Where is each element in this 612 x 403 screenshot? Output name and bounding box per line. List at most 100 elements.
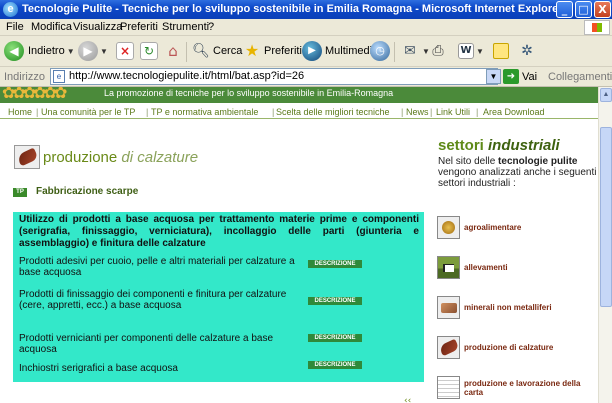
nav-home[interactable]: Home	[8, 107, 32, 117]
word-icon: W	[458, 43, 474, 59]
nav-comunita[interactable]: Una comunità per le TP	[41, 107, 135, 117]
section-header: produzione di calzature	[14, 145, 198, 169]
sector-link-allevamenti[interactable]: allevamenti	[437, 256, 592, 279]
list-item: Inchiostri serigrafici a base acquosa	[19, 363, 178, 374]
back-button[interactable]: ◀ Indietro ▼	[4, 40, 75, 62]
menu-modifica[interactable]: Modifica	[31, 21, 72, 33]
shoe-icon	[437, 336, 460, 359]
go-button[interactable]: Vai	[522, 71, 537, 83]
history-button[interactable]: ◷	[370, 40, 390, 62]
chevron-down-icon: ▼	[66, 46, 75, 56]
vertical-scrollbar[interactable]: ▲	[598, 87, 612, 403]
list-item: Prodotti adesivi per cuoio, pelle e altr…	[19, 256, 295, 278]
mail-button[interactable]: ✉ ▼	[400, 40, 430, 62]
scroll-up-icon[interactable]: ▲	[600, 88, 612, 102]
toolbar-separator	[186, 42, 187, 62]
back-icon: ◀	[4, 41, 24, 61]
stop-button[interactable]: ×	[116, 40, 134, 62]
messenger-icon: ✲	[521, 43, 533, 59]
menu-preferiti[interactable]: Preferiti	[120, 21, 158, 33]
maximize-button[interactable]: □	[575, 1, 592, 18]
page-title-main: produzione	[43, 148, 118, 166]
list-item: Prodotti vernicianti per componenti dell…	[19, 333, 274, 355]
sector-link-minerali[interactable]: minerali non metalliferi	[437, 296, 592, 319]
messenger-button[interactable]: ✲	[517, 40, 537, 62]
shoe-icon	[14, 145, 40, 169]
site-banner: ✿✿✿✿✿✿ La promozione di tecniche per lo …	[0, 87, 598, 103]
title-bar: e Tecnologie Pulite - Tecniche per lo sv…	[0, 0, 612, 19]
agro-icon	[437, 216, 460, 239]
sector-link-agroalimentare[interactable]: agroalimentare	[437, 216, 592, 239]
note-button[interactable]	[493, 40, 509, 62]
refresh-icon: ↻	[140, 42, 158, 60]
descrizione-button[interactable]: DESCRIZIONE	[308, 297, 362, 305]
back-label: Indietro	[28, 45, 65, 57]
nav-news[interactable]: News	[406, 107, 429, 117]
search-label: Cerca	[213, 45, 243, 57]
sectors-title: settori industriali	[438, 137, 560, 154]
go-arrow-icon[interactable]: ➜	[503, 69, 519, 84]
flowers-decoration: ✿✿✿✿✿✿	[2, 87, 67, 102]
address-bar: Indirizzo http://www.tecnologiepulite.it…	[0, 67, 612, 87]
search-button[interactable]: 🔍︎ Cerca	[191, 40, 242, 62]
menu-bar: File Modifica Visualizza Preferiti Strum…	[0, 19, 612, 36]
page-viewport: ✿✿✿✿✿✿ La promozione di tecniche per lo …	[0, 87, 598, 403]
page-icon: e	[53, 70, 65, 83]
sectors-intro: Nel sito delle tecnologie pulite vengono…	[438, 156, 597, 189]
toolbar: ◀ Indietro ▼ ▶ ▼ × ↻ ⌂ 🔍︎ Cerca ★ Prefer…	[0, 36, 612, 67]
subtitle: Fabbricazione scarpe	[36, 186, 139, 197]
address-dropdown-button[interactable]: ▼	[486, 69, 501, 84]
ie-logo-icon: e	[3, 2, 18, 17]
minimize-button[interactable]: _	[556, 1, 573, 18]
page-title-italic: di calzature	[121, 148, 199, 166]
links-label[interactable]: Collegamenti	[548, 71, 612, 83]
refresh-button[interactable]: ↻	[140, 40, 158, 62]
paper-icon	[437, 376, 460, 399]
multimedia-button[interactable]: ▶ Multimedia	[302, 40, 378, 62]
descrizione-button[interactable]: DESCRIZIONE	[308, 361, 362, 369]
favorites-label: Preferiti	[264, 45, 302, 57]
site-nav: Home | Una comunità per le TP | TP e nor…	[0, 105, 598, 119]
descrizione-button[interactable]: DESCRIZIONE	[308, 334, 362, 342]
menu-file[interactable]: File	[6, 21, 24, 33]
toolbar-separator	[394, 42, 395, 62]
menu-visualizza[interactable]: Visualizza	[73, 21, 122, 33]
sectors-title-main: settori	[438, 137, 484, 154]
nav-scelta[interactable]: Scelta delle migliori tecniche	[276, 107, 390, 117]
scroll-thumb[interactable]	[600, 127, 612, 307]
windows-logo-icon	[584, 20, 610, 35]
forward-icon: ▶	[78, 41, 98, 61]
menu-strumenti[interactable]: Strumenti	[162, 21, 209, 33]
sector-link-calzature[interactable]: produzione di calzature	[437, 336, 592, 359]
nav-normativa[interactable]: TP e normativa ambientale	[151, 107, 258, 117]
chevron-down-icon: ▼	[476, 46, 484, 56]
home-button[interactable]: ⌂	[163, 40, 183, 62]
favorites-button[interactable]: ★ Preferiti	[242, 40, 302, 62]
forward-button[interactable]: ▶ ▼	[78, 40, 108, 62]
close-button[interactable]: X	[594, 1, 611, 18]
favorites-star-icon: ★	[244, 41, 260, 60]
stop-icon: ×	[116, 42, 134, 60]
word-button[interactable]: W ▼	[458, 40, 484, 62]
banner-text: La promozione di tecniche per lo svilupp…	[104, 88, 394, 98]
sectors-title-italic: industriali	[488, 137, 560, 154]
tp-badge: TP	[13, 188, 27, 197]
sector-link-carta[interactable]: produzione e lavorazione della carta	[437, 376, 592, 399]
nav-area-download[interactable]: Area Download	[483, 107, 545, 117]
descrizione-button[interactable]: DESCRIZIONE	[308, 260, 362, 268]
page-title: produzione di calzature	[43, 149, 198, 166]
history-icon: ◷	[370, 41, 390, 61]
livestock-icon	[437, 256, 460, 279]
search-icon: 🔍︎	[192, 43, 210, 59]
home-icon: ⌂	[168, 42, 178, 60]
chevron-down-icon: ▼	[100, 46, 108, 56]
note-icon	[493, 43, 509, 59]
print-button[interactable]: ⎙	[428, 40, 448, 62]
mail-icon: ✉	[404, 43, 416, 59]
menu-help[interactable]: ?	[208, 21, 214, 33]
print-icon: ⎙	[432, 43, 444, 59]
address-label: Indirizzo	[4, 71, 45, 83]
nav-link-utili[interactable]: Link Utili	[436, 107, 470, 117]
multimedia-icon: ▶	[302, 41, 322, 61]
address-input[interactable]: http://www.tecnologiepulite.it/html/bat.…	[50, 68, 498, 85]
